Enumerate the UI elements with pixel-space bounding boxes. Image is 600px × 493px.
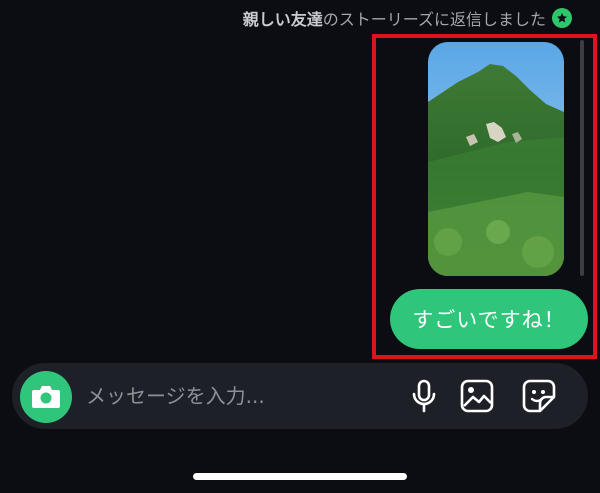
mountain-photo — [428, 42, 564, 276]
camera-icon — [32, 386, 60, 408]
star-icon — [552, 8, 572, 28]
sent-message-bubble[interactable]: すごいですね！ — [390, 289, 588, 349]
message-composer — [12, 363, 588, 429]
microphone-button[interactable] — [405, 377, 443, 415]
story-reply-text: のストーリーズに返信しました — [322, 10, 546, 29]
scrollbar[interactable] — [580, 40, 584, 276]
story-reply-header: 親しい友達のストーリーズに返信しました — [243, 6, 572, 30]
home-indicator[interactable] — [193, 473, 407, 480]
microphone-icon — [412, 379, 436, 413]
camera-button[interactable] — [20, 371, 72, 423]
gallery-button[interactable] — [458, 377, 496, 415]
close-friends-label: 親しい友達 — [242, 10, 323, 29]
image-icon — [460, 379, 494, 413]
story-thumbnail[interactable] — [428, 42, 564, 276]
sticker-icon — [522, 379, 556, 413]
message-input[interactable] — [86, 377, 376, 415]
sticker-button[interactable] — [520, 377, 558, 415]
